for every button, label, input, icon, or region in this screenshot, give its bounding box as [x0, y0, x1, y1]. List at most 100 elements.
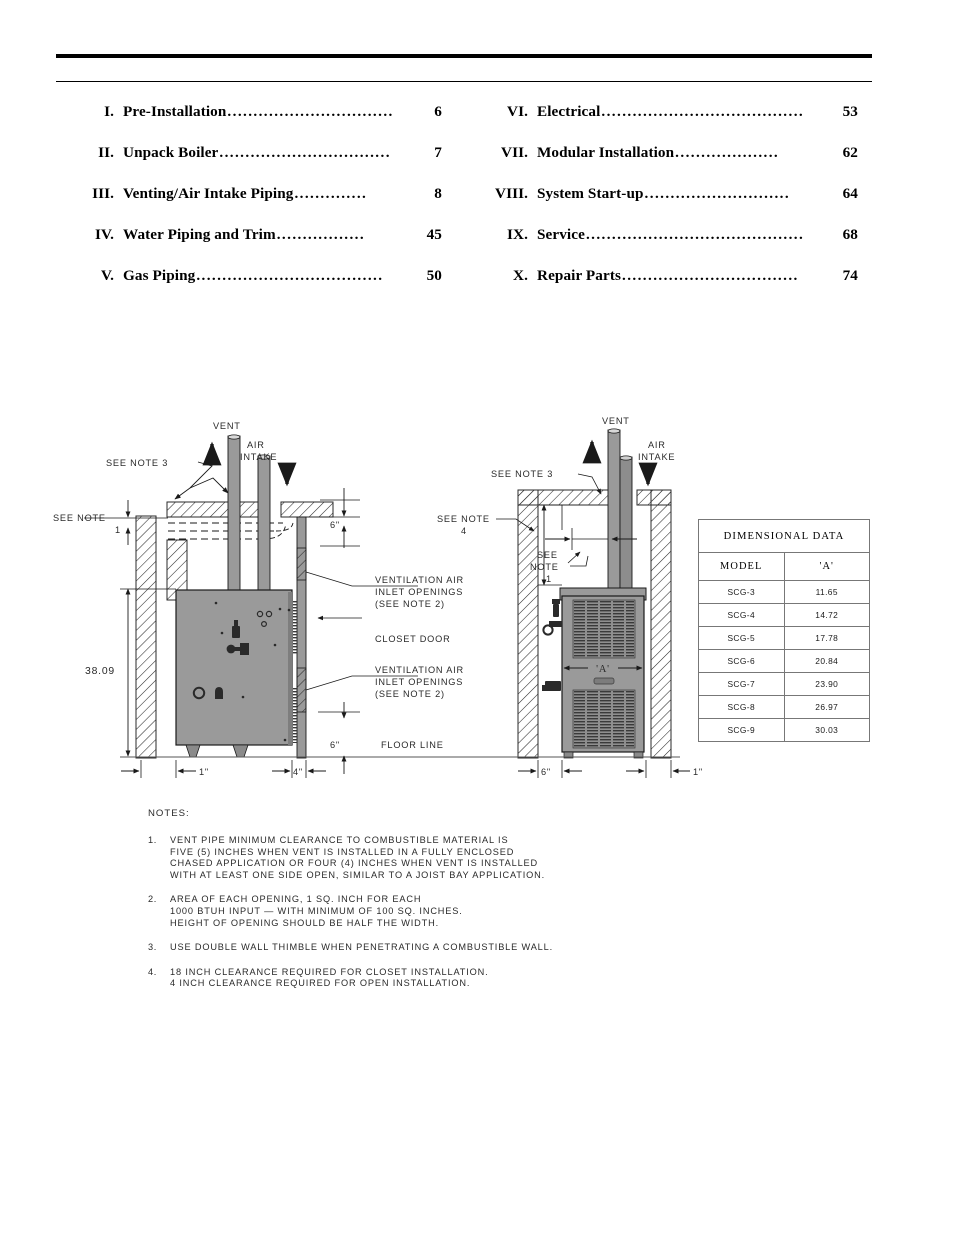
callout-ventilation-air-bottom-line2: INLET OPENINGS: [375, 677, 463, 687]
callout-ventilation-air-top-line2: INLET OPENINGS: [375, 587, 463, 597]
header-rule-thin: [56, 81, 872, 82]
floor-line-label: FLOOR LINE: [381, 740, 444, 750]
toc-title: Water Piping and Trim: [123, 226, 276, 243]
toc-entry-unpack-boiler[interactable]: II. Unpack Boiler ......................…: [56, 144, 464, 185]
right-see-note-1-line1: SEE: [537, 550, 558, 560]
right-see-note-1-line2: NOTE: [530, 562, 559, 572]
right-vent-label: VENT: [602, 416, 630, 426]
toc-title: Electrical: [537, 103, 601, 120]
note-index: 4.: [148, 966, 157, 977]
note-item-1: 1. VENT PIPE MINIMUM CLEARANCE TO COMBUS…: [148, 835, 708, 881]
toc-numeral: I.: [104, 103, 114, 120]
dim-model: SCG-7: [698, 672, 785, 696]
toc-entry-gas-piping[interactable]: V. Gas Piping ..........................…: [56, 267, 464, 308]
right-right-clearance: 1": [693, 767, 703, 777]
toc-numeral: VII.: [501, 144, 528, 161]
dimensional-data-table: DIMENSIONAL DATA MODEL 'A' SCG-3 11.65 S…: [698, 519, 870, 742]
right-see-note-4-line2: 4: [461, 526, 467, 536]
toc-entry-repair-parts[interactable]: X. Repair Parts ........................…: [464, 267, 872, 308]
right-left-clearance: 6": [541, 767, 551, 777]
note-line: HEIGHT OF OPENING SHOULD BE HALF THE WID…: [170, 917, 439, 928]
note-line: FIVE (5) INCHES WHEN VENT IS INSTALLED I…: [170, 846, 515, 857]
toc-column-left: I. Pre-Installation ....................…: [56, 103, 464, 308]
dim-table-header-a: 'A': [783, 552, 870, 581]
table-row: SCG-5 17.78: [698, 626, 870, 650]
left-vent-label: VENT: [213, 421, 241, 431]
dim-value-a: 30.03: [783, 718, 870, 742]
dim-value-a: 11.65: [783, 580, 870, 604]
toc-title: Modular Installation: [537, 144, 675, 161]
toc-leader-dots: ........................................…: [585, 226, 805, 243]
right-see-note-3: SEE NOTE 3: [491, 469, 553, 479]
toc-page-number: 7: [434, 144, 442, 161]
drawing-notes: NOTES: 1. VENT PIPE MINIMUM CLEARANCE TO…: [148, 808, 708, 1003]
toc-leader-dots: .................: [276, 226, 366, 243]
dim-model: SCG-9: [698, 718, 785, 742]
callout-ventilation-air-bottom-line3: (SEE NOTE 2): [375, 689, 445, 699]
toc-title: Pre-Installation: [123, 103, 227, 120]
note-line: AREA OF EACH OPENING, 1 SQ. INCH FOR EAC…: [170, 894, 422, 905]
toc-leader-dots: ................................: [227, 103, 394, 120]
note-index: 3.: [148, 942, 157, 953]
toc-title: Gas Piping: [123, 267, 196, 284]
toc-entry-venting-air-intake-piping[interactable]: III. Venting/Air Intake Piping .........…: [56, 185, 464, 226]
note-body: VENT PIPE MINIMUM CLEARANCE TO COMBUSTIB…: [170, 835, 708, 881]
toc-title: Unpack Boiler: [123, 144, 219, 161]
toc-entry-modular-installation[interactable]: VII. Modular Installation ..............…: [464, 144, 872, 185]
left-see-note-1-line2: 1: [115, 525, 121, 535]
left-see-note-3-label: SEE NOTE 3: [106, 458, 168, 468]
toc-entry-water-piping-and-trim[interactable]: IV. Water Piping and Trim ..............…: [56, 226, 464, 267]
right-see-note-4-line1: SEE NOTE: [437, 514, 490, 524]
left-air-intake-label-line1: AIR: [247, 440, 265, 450]
toc-page-number: 64: [842, 185, 858, 202]
left-door-clearance: 4": [293, 767, 303, 777]
toc-page-number: 50: [426, 267, 442, 284]
note-line: 18 INCH CLEARANCE REQUIRED FOR CLOSET IN…: [170, 966, 489, 977]
dim-table-header-model: MODEL: [698, 552, 785, 581]
toc-title: Service: [537, 226, 585, 243]
toc-page-number: 6: [434, 103, 442, 120]
toc-entry-electrical[interactable]: VI. Electrical .........................…: [464, 103, 872, 144]
dim-value-a: 14.72: [783, 603, 870, 627]
toc-numeral: II.: [98, 144, 114, 161]
notes-heading: NOTES:: [148, 808, 190, 819]
toc-leader-dots: ....................................: [196, 267, 384, 284]
toc-numeral: V.: [100, 267, 114, 284]
dim-table-title: DIMENSIONAL DATA: [698, 519, 870, 553]
table-row: SCG-4 14.72: [698, 603, 870, 627]
toc-leader-dots: ..................................: [622, 267, 799, 284]
callout-closet-door: CLOSET DOOR: [375, 634, 451, 644]
right-air-intake-line1: AIR: [648, 440, 666, 450]
toc-numeral: IV.: [94, 226, 114, 243]
right-see-note-1-line3: 1: [546, 574, 552, 584]
toc-numeral: III.: [92, 185, 114, 202]
dim-model: SCG-5: [698, 626, 785, 650]
toc-entry-service[interactable]: IX. Service ............................…: [464, 226, 872, 267]
toc-leader-dots: ....................: [675, 144, 780, 161]
toc-entry-pre-installation[interactable]: I. Pre-Installation ....................…: [56, 103, 464, 144]
dim-table-title-row: DIMENSIONAL DATA: [698, 519, 870, 553]
dim-value-a: 26.97: [783, 695, 870, 719]
note-line: CHASED APPLICATION OR FOUR (4) INCHES WH…: [170, 858, 539, 869]
toc-column-right: VI. Electrical .........................…: [464, 103, 872, 308]
toc-numeral: VI.: [507, 103, 528, 120]
left-vent-bottom-clearance: 6": [330, 740, 340, 750]
note-body: 18 INCH CLEARANCE REQUIRED FOR CLOSET IN…: [170, 967, 708, 990]
note-index: 2.: [148, 894, 157, 905]
note-line: WITH AT LEAST ONE SIDE OPEN, SIMILAR TO …: [170, 869, 546, 880]
note-item-2: 2. AREA OF EACH OPENING, 1 SQ. INCH FOR …: [148, 894, 708, 929]
note-line: VENT PIPE MINIMUM CLEARANCE TO COMBUSTIB…: [170, 835, 509, 845]
dim-model: SCG-8: [698, 695, 785, 719]
note-item-4: 4. 18 INCH CLEARANCE REQUIRED FOR CLOSET…: [148, 967, 708, 990]
note-item-3: 3. USE DOUBLE WALL THIMBLE WHEN PENETRAT…: [148, 942, 708, 954]
toc-numeral: IX.: [507, 226, 528, 243]
toc-title: Venting/Air Intake Piping: [123, 185, 294, 202]
table-row: SCG-8 26.97: [698, 695, 870, 719]
dim-table-header-row: MODEL 'A': [698, 552, 870, 581]
toc-leader-dots: .......................................: [601, 103, 805, 120]
dim-value-a: 23.90: [783, 672, 870, 696]
note-line: USE DOUBLE WALL THIMBLE WHEN PENETRATING…: [170, 942, 554, 953]
toc-page-number: 62: [842, 144, 858, 161]
toc-page-number: 8: [434, 185, 442, 202]
toc-entry-system-start-up[interactable]: VIII. System Start-up ..................…: [464, 185, 872, 226]
